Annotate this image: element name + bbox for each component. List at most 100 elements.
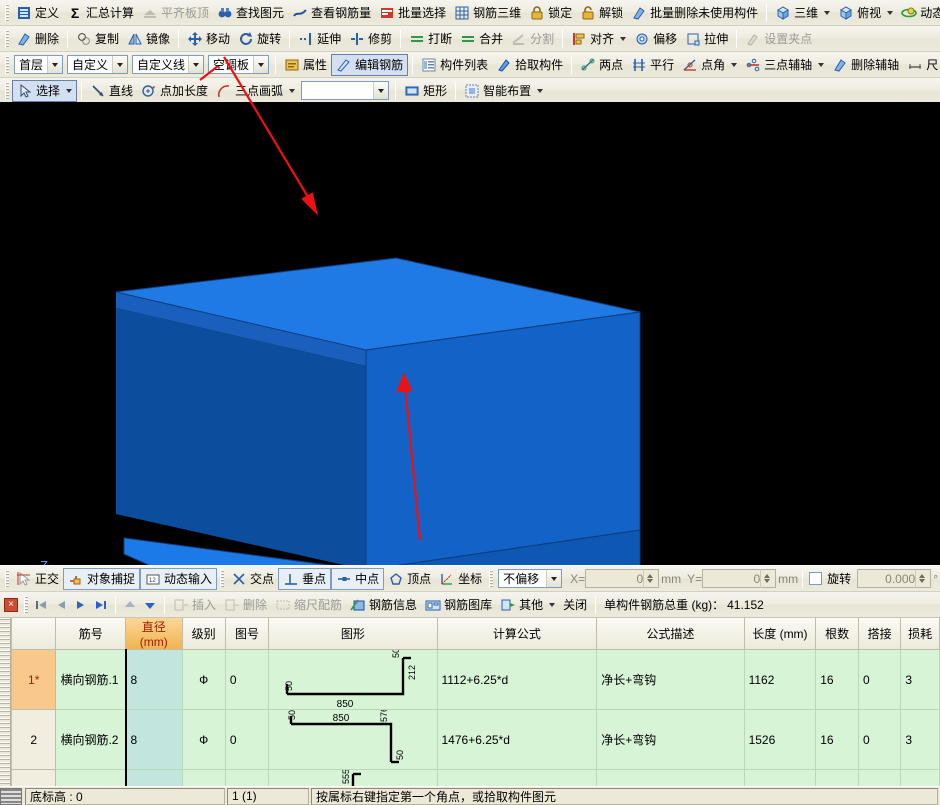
toolbar-button-three-point-arc[interactable]: 三点画弧 bbox=[212, 80, 299, 102]
cell-grade[interactable]: Ф bbox=[182, 650, 225, 710]
offset-x-input[interactable]: 0 bbox=[585, 569, 659, 588]
nav-next-icon[interactable] bbox=[71, 595, 91, 615]
column-header-diameter[interactable]: 直径 (mm) bbox=[126, 618, 182, 650]
toolbar-button-component-list[interactable]: 构件列表 bbox=[417, 54, 492, 76]
row-number[interactable]: 3 bbox=[12, 770, 56, 787]
toolbar-button-coordinate[interactable]: 坐标 bbox=[435, 568, 486, 590]
toolbar-button-point-angle[interactable]: 点角 bbox=[678, 54, 741, 76]
toolbar-button-smart-layout[interactable]: 智能布置 bbox=[460, 80, 547, 102]
column-header-loss[interactable]: 损耗 bbox=[901, 618, 940, 650]
cell-lap[interactable]: 0 bbox=[858, 650, 900, 710]
cell-shape-diagram[interactable]: 5050212850 bbox=[269, 650, 437, 710]
toolbar-grip[interactable] bbox=[5, 30, 9, 48]
toolbar-button-cube[interactable]: 三维 bbox=[771, 2, 834, 24]
toolbar-button-stretch[interactable]: 拉伸 bbox=[681, 28, 732, 50]
toolbar-button-pick-component[interactable]: 拾取构件 bbox=[492, 54, 567, 76]
toolbar-button-delete[interactable]: 删除 bbox=[12, 28, 63, 50]
toolbar-button-two-point[interactable]: 两点 bbox=[576, 54, 627, 76]
toolbar-button-object-snap[interactable]: 对象捕捉 bbox=[63, 568, 140, 590]
nav-down-icon[interactable] bbox=[140, 595, 160, 615]
row-number[interactable]: 2 bbox=[12, 710, 56, 770]
toolbar-button-align[interactable]: 对齐 bbox=[567, 28, 630, 50]
close-icon[interactable]: × bbox=[4, 598, 18, 612]
nav-prev-icon[interactable] bbox=[51, 595, 71, 615]
model-viewport-3d[interactable]: Z bbox=[0, 102, 940, 565]
cell-formula[interactable]: 1476+6.25*d bbox=[437, 710, 597, 770]
chevron-down-icon[interactable] bbox=[253, 56, 268, 73]
cell-fig_no[interactable]: 0 bbox=[225, 770, 268, 787]
cell-lap[interactable]: 0 bbox=[858, 770, 900, 787]
toolbar-button-topview[interactable]: 俯视 bbox=[834, 2, 897, 24]
arc-option-combo[interactable] bbox=[301, 81, 389, 100]
toolbar-button-sigma[interactable]: Σ汇总计算 bbox=[63, 2, 138, 24]
column-header-count[interactable]: 根数 bbox=[816, 618, 859, 650]
toolbar-button-properties[interactable]: 属性 bbox=[280, 54, 331, 76]
toolbar-button-parallel[interactable]: 平行 bbox=[627, 54, 678, 76]
cell-shape-diagram[interactable]: 5085057650 bbox=[269, 710, 437, 770]
column-header-lap[interactable]: 搭接 bbox=[858, 618, 900, 650]
chevron-down-icon[interactable] bbox=[887, 11, 893, 15]
column-header-shape[interactable]: 图形 bbox=[269, 618, 437, 650]
chevron-down-icon[interactable] bbox=[549, 603, 555, 607]
cell-bar_no[interactable]: 横向钢筋.1 bbox=[56, 650, 126, 710]
toolbar-button-line[interactable]: 直线 bbox=[86, 80, 137, 102]
column-header-grade[interactable]: 级别 bbox=[182, 618, 225, 650]
toolbar-button-vertex[interactable]: 顶点 bbox=[384, 568, 435, 590]
cell-formula[interactable]: 1112+6.25*d bbox=[437, 650, 597, 710]
chevron-down-icon[interactable] bbox=[620, 37, 626, 41]
toolbar-button-rebar-info[interactable]: 钢筋信息 bbox=[346, 594, 421, 616]
offset-x-spinner[interactable] bbox=[643, 569, 656, 588]
snapbar-grip[interactable] bbox=[220, 570, 224, 588]
chevron-down-icon[interactable] bbox=[818, 63, 824, 67]
nav-first-icon[interactable] bbox=[31, 595, 51, 615]
toolbar-button-batch-delete[interactable]: 批量删除未使用构件 bbox=[627, 2, 762, 24]
toolbar-button-rebar-3d[interactable]: 钢筋三维 bbox=[450, 2, 525, 24]
column-header-formula_desc[interactable]: 公式描述 bbox=[597, 618, 744, 650]
toolbar-button-define[interactable]: 定义 bbox=[12, 2, 63, 24]
toolbar-button-view-rebar-qty[interactable]: 查看钢筋量 bbox=[288, 2, 375, 24]
cell-length[interactable]: 1526 bbox=[744, 710, 816, 770]
toolbar-button-midpoint[interactable]: 中点 bbox=[331, 568, 384, 590]
chevron-down-icon[interactable] bbox=[537, 89, 543, 93]
toolbar-button-copy[interactable]: 复制 bbox=[72, 28, 123, 50]
chevron-down-icon[interactable] bbox=[373, 82, 388, 99]
cell-count[interactable]: 16 bbox=[816, 770, 859, 787]
toolbar-button-offset[interactable]: 偏移 bbox=[630, 28, 681, 50]
table-row[interactable]: 1*横向钢筋.18Ф050502128501112+6.25*d净长+弯钩116… bbox=[12, 650, 940, 710]
offset-y-spinner[interactable] bbox=[760, 569, 773, 588]
table-row[interactable]: 3横向钢筋.38Ф0555500506.25*11686弯钩+净长7361603 bbox=[12, 770, 940, 787]
toolbar-button-other[interactable]: 其他 bbox=[496, 594, 559, 616]
cell-bar_no[interactable]: 横向钢筋.3 bbox=[56, 770, 126, 787]
cell-diameter[interactable]: 8 bbox=[126, 710, 182, 770]
chevron-down-icon[interactable] bbox=[112, 56, 127, 73]
rotate-spinner[interactable] bbox=[915, 569, 928, 588]
rebar-table[interactable]: 筋号直径 (mm)级别图号图形计算公式公式描述长度 (mm)根数搭接损耗 1*横… bbox=[0, 618, 940, 786]
toolbar-button-unlock[interactable]: 解锁 bbox=[576, 2, 627, 24]
cell-loss[interactable]: 3 bbox=[901, 710, 940, 770]
toolbar-button-edit-rebar[interactable]: 编辑钢筋 bbox=[331, 54, 408, 76]
toolbar-button-intersection[interactable]: 交点 bbox=[227, 568, 278, 590]
cell-diameter[interactable]: 8 bbox=[126, 650, 182, 710]
column-header-bar_no[interactable]: 筋号 bbox=[56, 618, 126, 650]
toolbar-button-move[interactable]: 移动 bbox=[183, 28, 234, 50]
toolbar-grip[interactable] bbox=[5, 82, 9, 100]
toolbar-grip[interactable] bbox=[5, 56, 9, 74]
cell-formula[interactable]: 6.25*11686 bbox=[437, 770, 597, 787]
rebarbar-grip[interactable] bbox=[24, 596, 28, 614]
offset-y-input[interactable]: 0 bbox=[702, 569, 776, 588]
chevron-down-icon[interactable] bbox=[66, 89, 72, 93]
toolbar-button-perpendicular[interactable]: 垂点 bbox=[278, 568, 331, 590]
cell-loss[interactable]: 3 bbox=[901, 650, 940, 710]
chevron-down-icon[interactable] bbox=[47, 56, 62, 73]
toolbar-button-rebar-library[interactable]: 钢筋图库 bbox=[421, 594, 496, 616]
cell-length[interactable]: 736 bbox=[744, 770, 816, 787]
toolbar-button-ortho[interactable]: 正交 bbox=[12, 568, 63, 590]
toolbar-button-rectangle[interactable]: 矩形 bbox=[400, 80, 451, 102]
toolbar-button-select-arrow[interactable]: 选择 bbox=[12, 80, 77, 102]
cell-lap[interactable]: 0 bbox=[858, 710, 900, 770]
cell-bar_no[interactable]: 横向钢筋.2 bbox=[56, 710, 126, 770]
cell-shape-diagram[interactable]: 55550050 bbox=[269, 770, 437, 787]
offset-mode-combo[interactable]: 不偏移 bbox=[498, 569, 562, 588]
cell-formula_desc[interactable]: 弯钩+净长 bbox=[597, 770, 744, 787]
cell-count[interactable]: 16 bbox=[816, 710, 859, 770]
